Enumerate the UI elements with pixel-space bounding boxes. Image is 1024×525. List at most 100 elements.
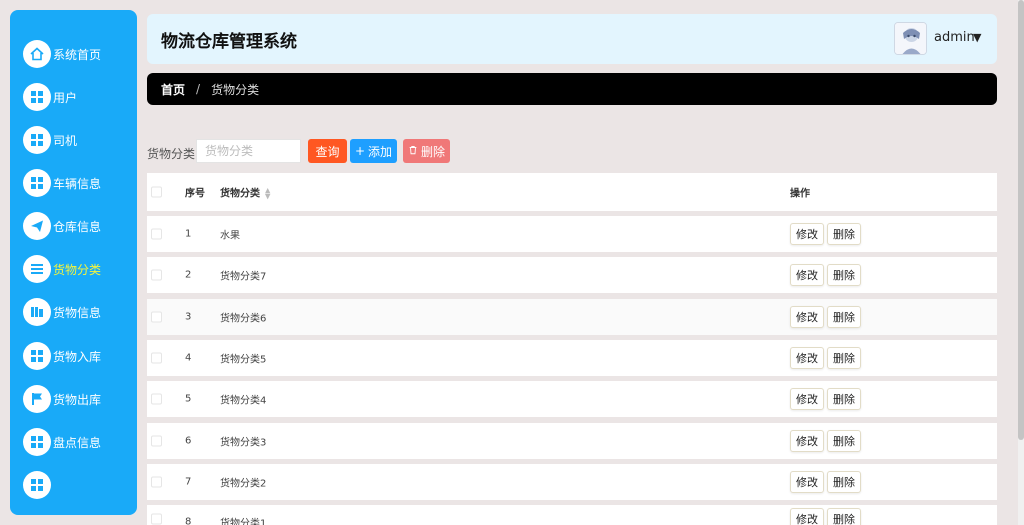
delete-button[interactable]: 删除	[827, 264, 861, 286]
batch-delete-button[interactable]: 删除	[403, 139, 450, 163]
row-checkbox[interactable]	[151, 513, 162, 525]
sidebar-item-stock-out[interactable]: 货物出库	[23, 383, 101, 415]
row-no: 3	[185, 311, 192, 323]
sidebar-item-label: 仓库信息	[53, 219, 102, 234]
row-checkbox[interactable]	[151, 228, 162, 240]
table-row: 2 货物分类7 修改 删除	[147, 257, 997, 293]
table-row: 6 货物分类3 修改 删除	[147, 423, 997, 459]
table-header: 序号 货物分类 ▲ ▼ 操作	[147, 173, 997, 211]
grid-icon	[23, 169, 51, 197]
edit-button[interactable]: 修改	[790, 347, 824, 369]
sidebar-item-drivers[interactable]: 司机	[23, 124, 77, 156]
grid-icon	[23, 428, 51, 456]
sidebar-item-label: 车辆信息	[53, 176, 102, 191]
header-actions: 操作	[790, 188, 810, 200]
sidebar-item-label: 系统首页	[53, 47, 102, 62]
flag-icon	[23, 385, 51, 413]
row-category-name: 货物分类4	[220, 395, 267, 407]
caret-down-icon[interactable]: ▼	[973, 31, 981, 44]
table-row: 8 货物分类1 修改 删除	[147, 505, 997, 525]
sidebar-item-users[interactable]: 用户	[23, 81, 77, 113]
send-icon	[23, 212, 51, 240]
select-all-checkbox[interactable]	[151, 186, 162, 198]
delete-button[interactable]: 删除	[827, 471, 861, 493]
edit-button[interactable]: 修改	[790, 508, 824, 525]
row-category-name: 货物分类6	[220, 313, 267, 325]
grid-icon	[23, 83, 51, 111]
edit-button[interactable]: 修改	[790, 430, 824, 452]
sidebar: 系统首页 用户 司机 车辆信息 仓库信息 货物分类 货物信息 货物入库 货物出库…	[10, 10, 137, 515]
plus-icon: +	[354, 144, 366, 158]
add-button-label: 添加	[368, 144, 393, 159]
breadcrumb-home[interactable]: 首页	[161, 81, 185, 98]
grid-icon	[23, 342, 51, 370]
home-icon	[23, 40, 51, 68]
avatar[interactable]	[894, 22, 927, 55]
sidebar-item-label: 盘点信息	[53, 435, 102, 450]
grid-icon	[23, 471, 51, 499]
header-no: 序号	[185, 188, 205, 200]
sidebar-item-label: 货物信息	[53, 305, 102, 320]
list-icon	[23, 255, 51, 283]
row-category-name: 货物分类5	[220, 354, 267, 366]
sort-icon[interactable]: ▲ ▼	[265, 187, 270, 200]
delete-button[interactable]: 删除	[827, 388, 861, 410]
search-input[interactable]	[196, 139, 301, 163]
sidebar-item-label: 货物入库	[53, 349, 102, 364]
row-checkbox[interactable]	[151, 269, 162, 281]
row-checkbox[interactable]	[151, 393, 162, 405]
delete-button[interactable]: 删除	[827, 430, 861, 452]
row-no: 4	[185, 352, 192, 364]
row-no: 6	[185, 435, 192, 447]
sidebar-item-warehouses[interactable]: 仓库信息	[23, 210, 101, 242]
delete-button[interactable]: 删除	[827, 508, 861, 525]
breadcrumb-current: 货物分类	[211, 82, 260, 97]
row-checkbox[interactable]	[151, 352, 162, 364]
delete-button[interactable]: 删除	[827, 223, 861, 245]
row-no: 5	[185, 393, 192, 405]
row-no: 7	[185, 476, 192, 488]
edit-button[interactable]: 修改	[790, 388, 824, 410]
sidebar-item-label: 货物分类	[53, 262, 102, 277]
edit-button[interactable]: 修改	[790, 306, 824, 328]
query-button-label: 查询	[315, 144, 340, 159]
page-scrollbar[interactable]	[1018, 0, 1024, 525]
table-row: 1 水果 修改 删除	[147, 216, 997, 252]
edit-button[interactable]: 修改	[790, 471, 824, 493]
sidebar-item-inventory[interactable]: 盘点信息	[23, 426, 101, 458]
table-row: 4 货物分类5 修改 删除	[147, 340, 997, 376]
edit-button[interactable]: 修改	[790, 264, 824, 286]
sidebar-item-more[interactable]	[23, 469, 51, 501]
header-category[interactable]: 货物分类 ▲ ▼	[220, 185, 270, 200]
sidebar-item-stock-in[interactable]: 货物入库	[23, 340, 101, 372]
scrollbar-thumb[interactable]	[1018, 0, 1024, 440]
top-header: 物流仓库管理系统 admin ▼	[147, 14, 997, 64]
row-checkbox[interactable]	[151, 311, 162, 323]
sidebar-item-goods-info[interactable]: 货物信息	[23, 296, 101, 328]
header-category-label: 货物分类	[220, 188, 260, 200]
row-category-name: 水果	[220, 230, 240, 242]
row-category-name: 货物分类7	[220, 271, 267, 283]
sidebar-item-goods-category[interactable]: 货物分类	[23, 253, 101, 285]
row-no: 8	[185, 516, 192, 525]
sidebar-item-label: 货物出库	[53, 392, 102, 407]
row-checkbox[interactable]	[151, 435, 162, 447]
delete-button[interactable]: 删除	[827, 306, 861, 328]
sidebar-item-vehicles[interactable]: 车辆信息	[23, 167, 101, 199]
book-icon	[23, 298, 51, 326]
query-button[interactable]: 查询	[308, 139, 347, 163]
user-name[interactable]: admin	[934, 30, 975, 45]
edit-button[interactable]: 修改	[790, 223, 824, 245]
sidebar-item-label: 用户	[53, 90, 78, 105]
row-category-name: 货物分类2	[220, 478, 267, 490]
breadcrumb: 首页 / 货物分类	[147, 73, 997, 105]
sidebar-item-label: 司机	[53, 133, 78, 148]
trash-icon	[408, 144, 418, 158]
row-checkbox[interactable]	[151, 476, 162, 488]
table-row: 7 货物分类2 修改 删除	[147, 464, 997, 500]
sidebar-item-home[interactable]: 系统首页	[23, 38, 101, 70]
add-button[interactable]: + 添加	[350, 139, 397, 163]
row-category-name: 货物分类3	[220, 437, 267, 449]
breadcrumb-separator: /	[196, 82, 201, 96]
delete-button[interactable]: 删除	[827, 347, 861, 369]
